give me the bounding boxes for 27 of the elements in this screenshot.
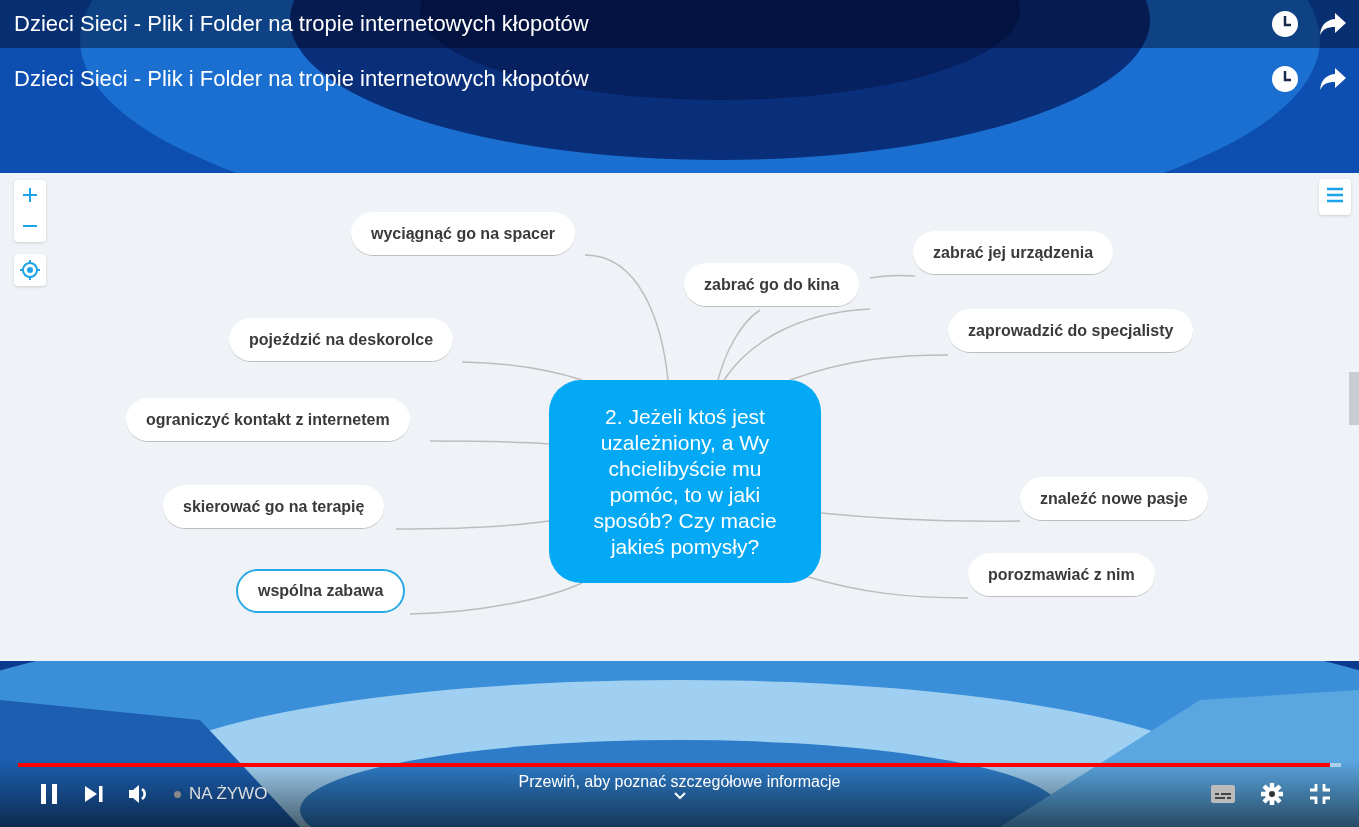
topic-node[interactable]: znaleźć nowe pasje [1020,477,1208,521]
pause-icon[interactable] [38,783,60,805]
topic-node[interactable]: porozmawiać z nim [968,553,1155,597]
topic-node[interactable]: wyciągnąć go na spacer [351,212,576,256]
topic-node[interactable]: wspólna zabawa [236,569,406,613]
subtitles-icon[interactable] [1211,785,1235,803]
topic-node[interactable]: pojeździć na deskorolce [229,318,454,362]
clock-icon[interactable] [1271,10,1299,38]
settings-icon[interactable] [1261,783,1283,805]
next-icon[interactable] [84,785,104,803]
scrollbar-thumb[interactable] [1349,372,1359,425]
clock-icon[interactable] [1271,65,1299,93]
topic-node[interactable]: zabrać jej urządzenia [913,231,1114,275]
chevron-down-icon[interactable] [672,791,687,801]
video-title: Dzieci Sieci - Plik i Folder na tropie internetowych kłopotów [14,66,589,92]
topic-node[interactable]: zabrać go do kina [684,263,860,307]
topic-node[interactable]: skierować go na terapię [163,485,385,529]
live-label[interactable]: NA ŻYWO [189,784,268,804]
seek-hint: Przewiń, aby poznać szczegółowe informacje [518,773,841,791]
share-icon[interactable] [1319,12,1347,36]
live-dot [174,790,181,798]
connector-line [869,274,916,279]
exit-fullscreen-icon[interactable] [1309,783,1331,805]
topic-node[interactable]: ograniczyć kontakt z internetem [126,398,410,442]
topic-node[interactable]: zaprowadzić do specjalisty [948,309,1194,353]
video-title: Dzieci Sieci - Plik i Folder na tropie internetowych kłopotów [14,11,589,37]
share-icon[interactable] [1319,67,1347,91]
